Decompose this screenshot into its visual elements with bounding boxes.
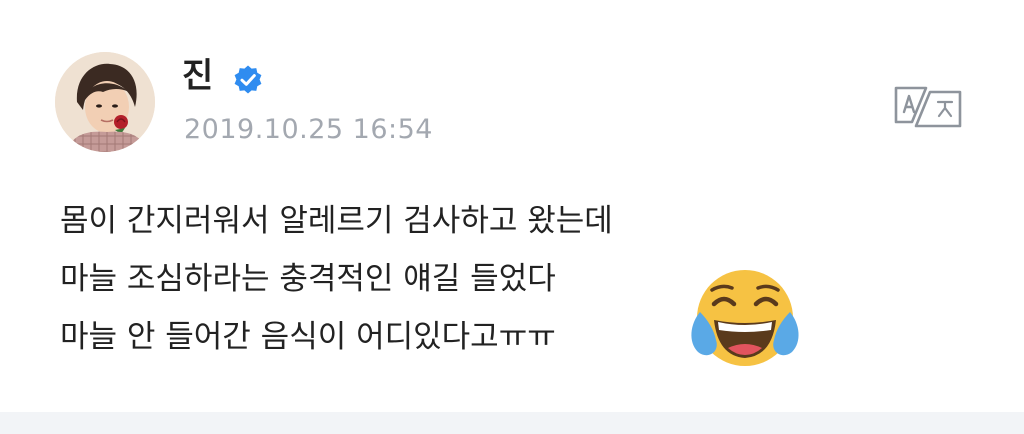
verified-badge-icon (234, 65, 262, 94)
translate-icon (894, 86, 962, 128)
post-text-line: 마늘 안 들어간 음식이 어디있다고ㅠㅠ (60, 319, 556, 355)
author-name[interactable]: 진 (182, 54, 213, 98)
translate-button[interactable] (892, 82, 964, 132)
author-avatar[interactable] (55, 52, 155, 152)
post-text-line: 몸이 간지러워서 알레르기 검사하고 왔는데 (60, 203, 613, 239)
post-text-line: 마늘 조심하라는 충격적인 얘길 들었다 (60, 261, 556, 297)
post-card: 진 2019.10.25 16:54 몸이 간지러워서 알레르기 검사하고 왔는… (0, 0, 1024, 410)
post-content: 몸이 간지러워서 알레르기 검사하고 왔는데 마늘 조심하라는 충격적인 얘길 … (60, 192, 700, 366)
post-timestamp: 2019.10.25 16:54 (184, 114, 433, 145)
avatar-image (55, 52, 155, 152)
bottom-divider (0, 412, 1024, 434)
tears-of-joy-emoji (691, 270, 799, 366)
